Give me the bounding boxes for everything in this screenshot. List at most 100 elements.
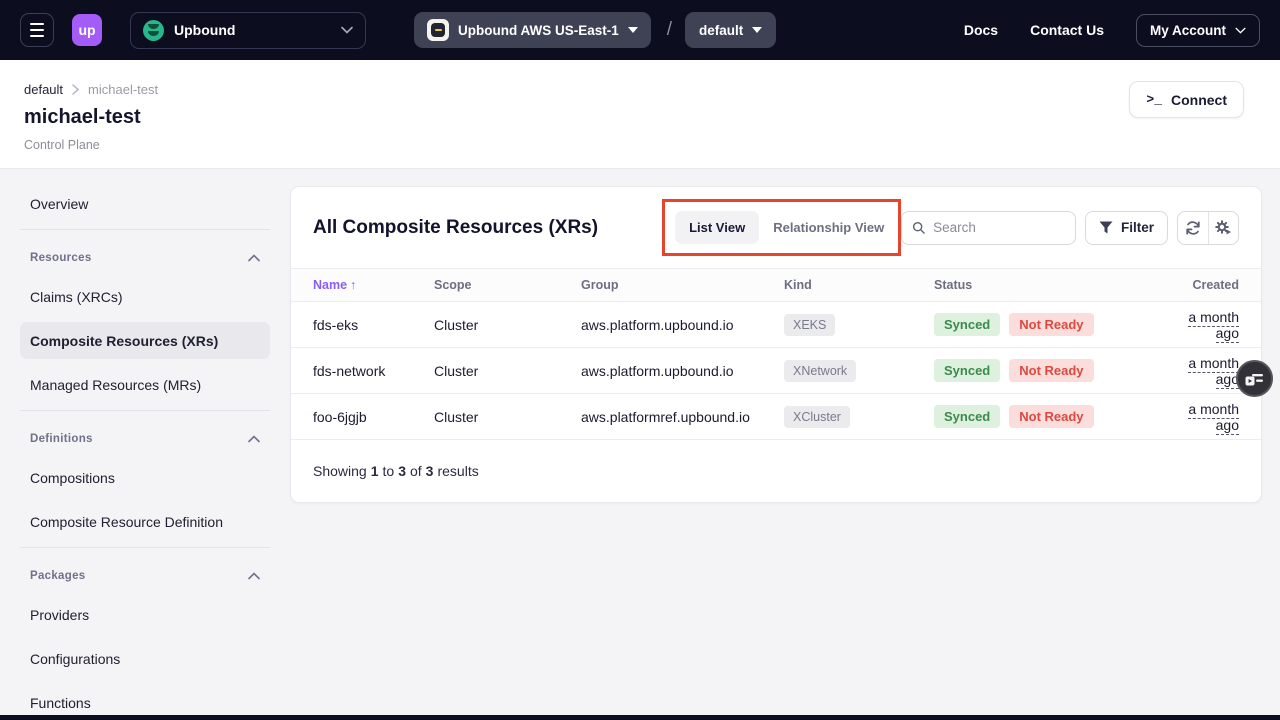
page-title: michael-test [24, 106, 1244, 129]
synced-status-badge: Synced [934, 405, 1000, 428]
relationship-view-tab[interactable]: Relationship View [769, 211, 888, 244]
hamburger-menu-button[interactable] [20, 13, 54, 47]
search-box [901, 211, 1076, 245]
chevron-down-icon [341, 26, 353, 34]
sidebar-section-resources[interactable]: Resources [20, 243, 270, 273]
table-actions-group [1177, 211, 1239, 245]
sidebar-section-definitions[interactable]: Definitions [20, 424, 270, 454]
upbound-logo[interactable]: up [72, 14, 102, 46]
docs-link[interactable]: Docs [964, 22, 998, 38]
sidebar: Overview Resources Claims (XRCs) Composi… [20, 169, 270, 720]
sidebar-item-managed-resources[interactable]: Managed Resources (MRs) [20, 366, 270, 403]
top-navigation-bar: up Upbound Upbound AWS US-East-1 / defau… [0, 0, 1280, 60]
cell-created: a month ago [1174, 401, 1261, 433]
cell-kind: XNetwork [784, 360, 934, 382]
column-header-name[interactable]: Name ↑ [291, 278, 434, 292]
gear-play-icon [1215, 220, 1232, 236]
resource-center-widget-button[interactable] [1236, 360, 1273, 397]
sidebar-item-compositions[interactable]: Compositions [20, 459, 270, 496]
dropdown-triangle-icon [752, 27, 762, 33]
cell-scope: Cluster [434, 317, 581, 333]
list-view-tab[interactable]: List View [675, 211, 759, 244]
summary-from: 1 [371, 463, 379, 479]
sidebar-divider [20, 229, 270, 230]
relative-time[interactable]: a month ago [1188, 355, 1239, 389]
kind-badge: XNetwork [784, 360, 856, 382]
filter-button[interactable]: Filter [1085, 211, 1168, 245]
control-plane-group-name: Upbound AWS US-East-1 [458, 23, 619, 38]
cell-status: Synced Not Ready [934, 313, 1174, 336]
sidebar-item-composite-resource-definition[interactable]: Composite Resource Definition [20, 503, 270, 540]
my-account-button[interactable]: My Account [1136, 14, 1260, 47]
filter-funnel-icon [1099, 221, 1113, 234]
column-header-scope[interactable]: Scope [434, 278, 581, 292]
sidebar-item-overview[interactable]: Overview [20, 185, 270, 222]
panel-header: All Composite Resources (XRs) List View … [291, 187, 1261, 268]
cell-kind: XCluster [784, 406, 934, 428]
cell-name[interactable]: fds-eks [291, 317, 434, 333]
table-header-row: Name ↑ Scope Group Kind Status Created [291, 268, 1261, 302]
sidebar-item-composite-resources[interactable]: Composite Resources (XRs) [20, 322, 270, 359]
column-header-status[interactable]: Status [934, 278, 1174, 292]
column-header-kind[interactable]: Kind [784, 278, 934, 292]
table-row[interactable]: foo-6jgjb Cluster aws.platformref.upboun… [291, 394, 1261, 440]
page-header: default michael-test michael-test Contro… [0, 60, 1280, 169]
organization-selector[interactable]: Upbound [130, 12, 366, 49]
chevron-down-icon [1235, 27, 1246, 34]
connect-button[interactable]: >_ Connect [1129, 81, 1244, 118]
chevron-up-icon [248, 572, 260, 580]
sidebar-item-configurations[interactable]: Configurations [20, 640, 270, 677]
control-plane-group-selector[interactable]: Upbound AWS US-East-1 [414, 12, 651, 48]
filter-button-label: Filter [1121, 220, 1154, 235]
breadcrumb-current: michael-test [88, 82, 158, 97]
sidebar-divider [20, 410, 270, 411]
search-input[interactable] [933, 220, 1065, 235]
sidebar-section-title: Packages [30, 570, 85, 582]
cell-group: aws.platformref.upbound.io [581, 409, 784, 425]
cell-scope: Cluster [434, 363, 581, 379]
sidebar-item-claims[interactable]: Claims (XRCs) [20, 278, 270, 315]
summary-text: Showing [313, 463, 367, 479]
contact-us-link[interactable]: Contact Us [1030, 22, 1104, 38]
sidebar-section-title: Resources [30, 252, 92, 264]
sidebar-section-packages[interactable]: Packages [20, 561, 270, 591]
not-ready-status-badge: Not Ready [1009, 313, 1093, 336]
namespace-selector[interactable]: default [685, 12, 776, 48]
annotation-highlight-box: List View Relationship View [662, 199, 901, 256]
sidebar-item-providers[interactable]: Providers [20, 596, 270, 633]
terminal-icon: >_ [1146, 92, 1162, 107]
column-label: Name [313, 278, 347, 292]
panel-title: All Composite Resources (XRs) [313, 217, 598, 239]
cell-kind: XEKS [784, 314, 934, 336]
my-account-label: My Account [1150, 23, 1226, 38]
table-row[interactable]: fds-eks Cluster aws.platform.upbound.io … [291, 302, 1261, 348]
relative-time[interactable]: a month ago [1188, 401, 1239, 435]
organization-avatar-icon [143, 20, 164, 41]
cell-status: Synced Not Ready [934, 405, 1174, 428]
namespace-name: default [699, 23, 743, 38]
refresh-button[interactable] [1178, 212, 1208, 244]
breadcrumb-parent[interactable]: default [24, 82, 63, 97]
cell-name[interactable]: fds-network [291, 363, 434, 379]
cell-status: Synced Not Ready [934, 359, 1174, 382]
refresh-icon [1185, 220, 1201, 236]
table-results-summary: Showing 1 to 3 of 3 results [291, 440, 1261, 502]
cell-scope: Cluster [434, 409, 581, 425]
column-header-created[interactable]: Created [1174, 278, 1261, 292]
not-ready-status-badge: Not Ready [1009, 359, 1093, 382]
summary-text: results [437, 463, 478, 479]
auto-refresh-settings-button[interactable] [1208, 212, 1238, 244]
synced-status-badge: Synced [934, 359, 1000, 382]
composite-resources-panel: All Composite Resources (XRs) List View … [290, 186, 1262, 503]
page-subtitle: Control Plane [24, 138, 1244, 152]
control-plane-icon [427, 19, 449, 41]
kind-badge: XEKS [784, 314, 835, 336]
dropdown-triangle-icon [628, 27, 638, 33]
relative-time[interactable]: a month ago [1188, 309, 1239, 343]
cell-name[interactable]: foo-6jgjb [291, 409, 434, 425]
column-header-group[interactable]: Group [581, 278, 784, 292]
bottom-edge-bar [0, 715, 1280, 720]
cell-created: a month ago [1174, 309, 1261, 341]
synced-status-badge: Synced [934, 313, 1000, 336]
table-row[interactable]: fds-network Cluster aws.platform.upbound… [291, 348, 1261, 394]
